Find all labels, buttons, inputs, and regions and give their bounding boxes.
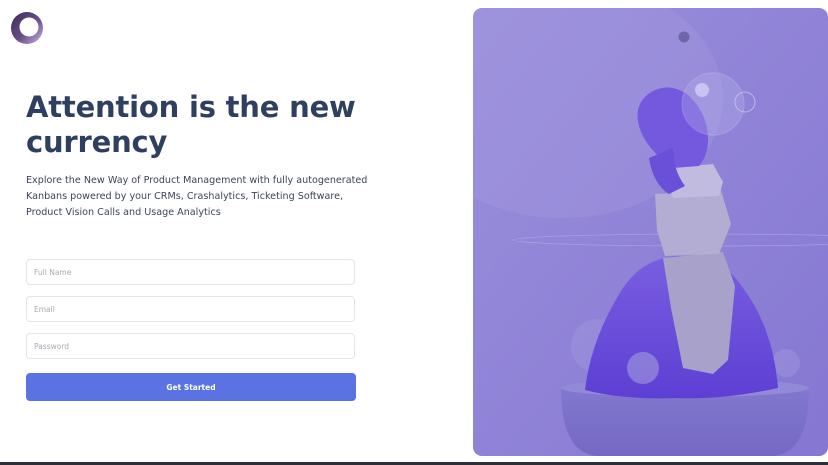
- get-started-button[interactable]: Get Started: [26, 373, 356, 401]
- signup-page: Attention is the new currency Explore th…: [0, 0, 828, 465]
- hero-image: [473, 8, 828, 456]
- full-name-field[interactable]: [26, 259, 355, 285]
- abstract-sculpture-image: [473, 8, 828, 456]
- page-title: Attention is the new currency: [26, 90, 356, 159]
- page-description: Explore the New Way of Product Managemen…: [26, 175, 368, 218]
- ring-logo-icon[interactable]: [10, 11, 44, 45]
- email-field[interactable]: [26, 296, 355, 322]
- password-field[interactable]: [26, 333, 355, 359]
